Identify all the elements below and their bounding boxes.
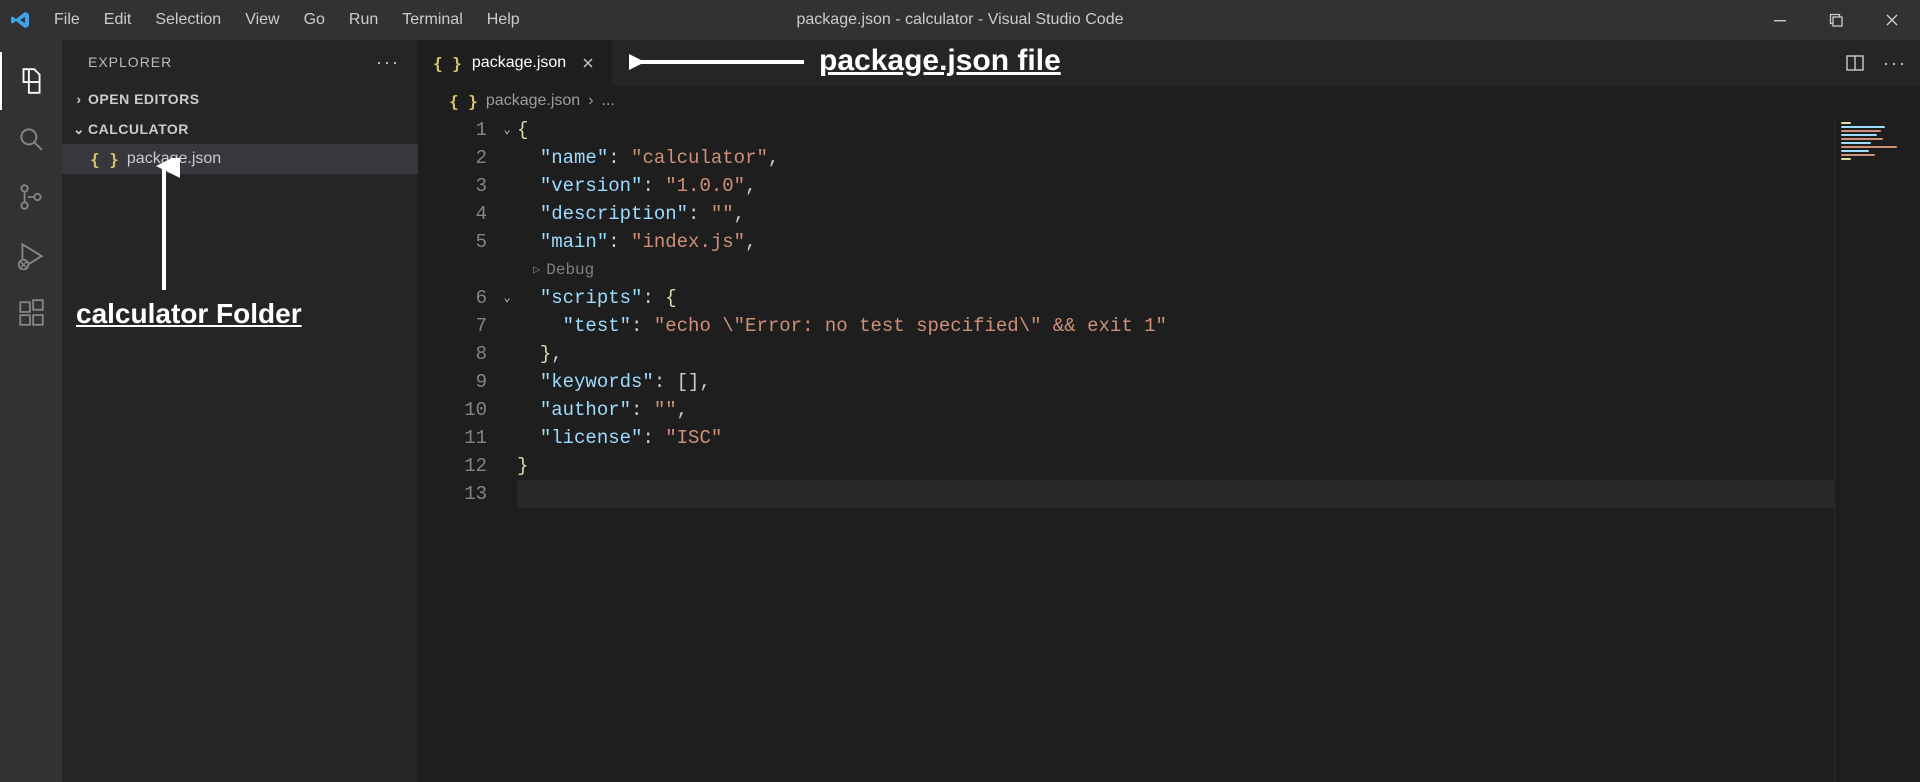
side-bar: EXPLORER ··· › OPEN EDITORS ⌄ CALCULATOR… [62, 40, 419, 782]
window-title: package.json - calculator - Visual Studi… [797, 11, 1124, 29]
git-icon [16, 182, 46, 212]
menu-item-terminal[interactable]: Terminal [390, 0, 474, 40]
code-line[interactable]: "scripts": { [517, 284, 1834, 312]
window-controls [1752, 0, 1920, 40]
breadcrumb-file: package.json [486, 92, 580, 110]
play-icon: ▷ [533, 256, 540, 284]
json-file-icon: { } [433, 54, 462, 73]
code-line[interactable]: "license": "ISC" [517, 424, 1834, 452]
line-number-gutter: 12345678910111213 [419, 116, 497, 782]
activity-extensions[interactable] [0, 284, 62, 342]
explorer-more-button[interactable]: ··· [370, 48, 406, 77]
menu-item-file[interactable]: File [42, 0, 92, 40]
code-line[interactable] [517, 480, 1834, 508]
fold-gutter: ⌄⌄ [497, 116, 517, 782]
tab-package-json[interactable]: { } package.json [419, 40, 612, 86]
menu-item-selection[interactable]: Selection [143, 0, 233, 40]
fold-chevron-icon[interactable]: ⌄ [503, 284, 510, 312]
fold-chevron-icon[interactable]: ⌄ [503, 116, 510, 144]
tab-close-button[interactable] [578, 53, 598, 73]
split-editor-button[interactable] [1844, 52, 1866, 74]
menu-item-view[interactable]: View [233, 0, 291, 40]
file-name-label: package.json [127, 150, 221, 168]
code-line[interactable]: "version": "1.0.0", [517, 172, 1834, 200]
code-line[interactable]: "name": "calculator", [517, 144, 1834, 172]
code-line[interactable]: { [517, 116, 1834, 144]
tab-label: package.json [472, 54, 566, 72]
code-line[interactable]: "description": "", [517, 200, 1834, 228]
code-line[interactable]: "keywords": [], [517, 368, 1834, 396]
editor-area: { } package.json ··· { } package.json › … [419, 40, 1920, 782]
debug-icon [16, 240, 46, 270]
menu-item-edit[interactable]: Edit [92, 0, 144, 40]
explorer-title: EXPLORER [88, 54, 172, 70]
code-line[interactable]: }, [517, 340, 1834, 368]
activity-bar [0, 40, 62, 782]
activity-explorer[interactable] [0, 52, 62, 110]
menu-item-help[interactable]: Help [475, 0, 532, 40]
code-line[interactable]: "test": "echo \"Error: no test specified… [517, 312, 1834, 340]
files-icon [16, 66, 46, 96]
code-line[interactable]: "author": "", [517, 396, 1834, 424]
menu-item-run[interactable]: Run [337, 0, 390, 40]
extensions-icon [16, 298, 46, 328]
minimap[interactable] [1834, 116, 1920, 782]
breadcrumb[interactable]: { } package.json › ... [419, 86, 1920, 116]
json-file-icon: { } [449, 92, 478, 111]
window-minimize-button[interactable] [1752, 0, 1808, 40]
title-bar: FileEditSelectionViewGoRunTerminalHelp p… [0, 0, 1920, 40]
code-line[interactable]: "main": "index.js", [517, 228, 1834, 256]
breadcrumb-tail: ... [602, 92, 615, 110]
search-icon [16, 124, 46, 154]
json-file-icon: { } [90, 150, 119, 169]
open-editors-label: OPEN EDITORS [88, 91, 200, 107]
editor[interactable]: 12345678910111213 ⌄⌄ { "name": "calculat… [419, 116, 1920, 782]
activity-source-control[interactable] [0, 168, 62, 226]
code-line[interactable]: } [517, 452, 1834, 480]
folder-section[interactable]: ⌄ CALCULATOR [62, 114, 418, 144]
menu-bar: FileEditSelectionViewGoRunTerminalHelp [42, 0, 532, 40]
tab-bar: { } package.json ··· [419, 40, 1920, 86]
file-tree-item[interactable]: { } package.json [62, 144, 418, 174]
chevron-right-icon: › [70, 91, 88, 107]
chevron-right-icon: › [588, 92, 593, 110]
activity-run-debug[interactable] [0, 226, 62, 284]
code-content[interactable]: { "name": "calculator", "version": "1.0.… [517, 116, 1834, 782]
folder-label: CALCULATOR [88, 121, 189, 137]
window-maximize-button[interactable] [1808, 0, 1864, 40]
debug-code-lens[interactable]: ▷Debug [517, 256, 1834, 284]
open-editors-section[interactable]: › OPEN EDITORS [62, 84, 418, 114]
activity-search[interactable] [0, 110, 62, 168]
vscode-logo-icon [10, 10, 30, 30]
editor-more-button[interactable]: ··· [1884, 52, 1906, 74]
menu-item-go[interactable]: Go [292, 0, 337, 40]
chevron-down-icon: ⌄ [70, 121, 88, 138]
window-close-button[interactable] [1864, 0, 1920, 40]
